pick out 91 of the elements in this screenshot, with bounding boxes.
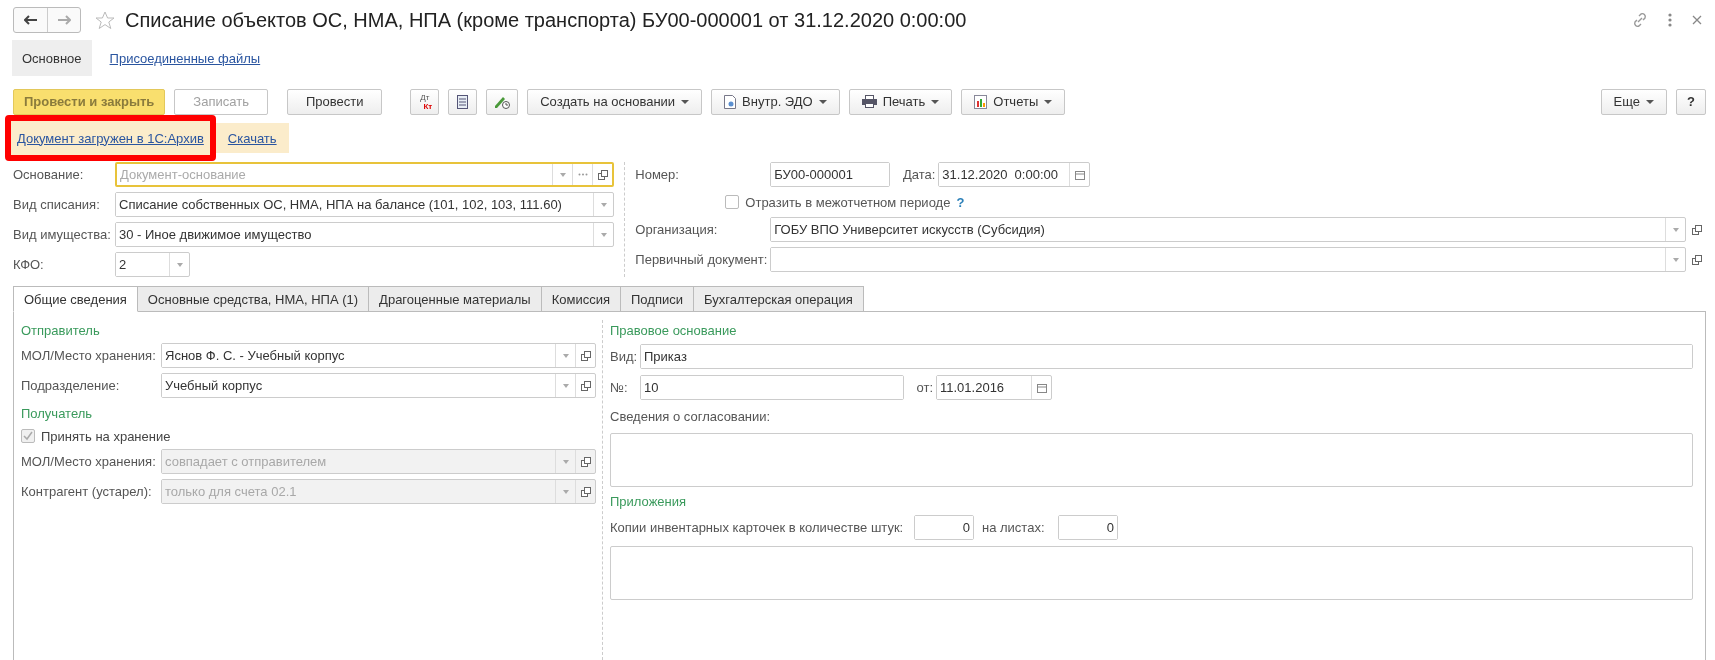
select-field[interactable]: 2 xyxy=(115,252,190,277)
number-field[interactable]: БУ00-000001 xyxy=(770,162,891,187)
field-label: Основание: xyxy=(13,167,85,182)
list-button[interactable] xyxy=(448,88,478,115)
check-icon xyxy=(23,431,33,441)
dropdown-icon[interactable] xyxy=(600,202,607,207)
close-icon[interactable] xyxy=(1692,15,1702,25)
group-title: Получатель xyxy=(21,404,94,423)
date-field[interactable]: 11.01.2016 xyxy=(936,375,1052,400)
field-label: Сведения о согласовании: xyxy=(610,409,772,424)
dropdown-icon[interactable] xyxy=(176,262,183,267)
signature-button[interactable] xyxy=(486,88,519,115)
tab[interactable]: Драгоценные материалы xyxy=(369,286,542,312)
dropdown-icon[interactable] xyxy=(600,232,607,237)
text-area[interactable] xyxy=(610,433,1693,487)
text-field[interactable]: Приказ xyxy=(640,344,1693,369)
select-field[interactable]: Учебный корпус xyxy=(161,373,596,398)
field-label: Вид списания: xyxy=(13,197,101,212)
date-field[interactable]: 31.12.2020 0:00:00 xyxy=(938,162,1091,187)
field-label: на листах: xyxy=(981,520,1046,535)
field-label: Дата: xyxy=(901,167,937,182)
printer-icon xyxy=(861,95,877,108)
tab[interactable]: Основные средства, НМА, НПА (1) xyxy=(137,286,370,312)
caret-icon xyxy=(1646,99,1655,104)
archive-status-link[interactable]: Документ загружен в 1С:Архив xyxy=(17,130,204,146)
window-title: Списание объектов ОС, НМА, НПА (кроме транспорта) БУ00-000001 от 31.12.2020 0:00:00 xyxy=(125,8,968,32)
menu-button[interactable]: Внутр. ЭДО xyxy=(711,88,840,115)
tab[interactable]: Общие сведения xyxy=(13,286,138,312)
field-label: КФО: xyxy=(13,257,45,272)
open-form-icon[interactable] xyxy=(1692,224,1702,235)
more-icon[interactable] xyxy=(577,173,588,176)
arrow-left-icon xyxy=(23,15,38,25)
star-icon[interactable] xyxy=(95,10,115,30)
list-icon xyxy=(457,94,469,109)
dropdown-icon[interactable] xyxy=(562,383,569,388)
download-link[interactable]: Скачать xyxy=(227,130,277,146)
tab[interactable]: Бухгалтерская операция xyxy=(693,286,864,312)
field-label: Контрагент (устарел): xyxy=(21,484,153,499)
field-label: Вид имущества: xyxy=(13,227,112,242)
open-form-icon[interactable] xyxy=(597,169,608,180)
reference-field[interactable]: Документ-основание xyxy=(115,162,615,187)
group-title: Правовое основание xyxy=(610,321,738,340)
calendar-icon[interactable] xyxy=(1074,169,1085,180)
interperiod-checkbox[interactable]: Отразить в межотчетном периоде xyxy=(725,194,951,210)
document-icon xyxy=(724,94,737,109)
open-form-icon[interactable] xyxy=(580,350,591,361)
number-field[interactable]: 0 xyxy=(1058,515,1118,540)
menu-button[interactable]: Создать на основании xyxy=(527,88,703,115)
caret-icon xyxy=(931,99,940,104)
field-label: Первичный документ: xyxy=(635,252,765,267)
field-label: Подразделение: xyxy=(21,378,121,393)
dropdown-icon[interactable] xyxy=(1672,227,1679,232)
section-tab[interactable]: Основное xyxy=(12,40,92,76)
more-menu-button[interactable]: Еще xyxy=(1600,88,1668,115)
dropdown-icon[interactable] xyxy=(559,172,566,177)
help-button[interactable]: ? xyxy=(1676,88,1706,115)
section-tab[interactable]: Присоединенные файлы xyxy=(99,40,271,76)
arrow-right-icon xyxy=(57,15,71,25)
number-field[interactable]: 0 xyxy=(914,515,974,540)
tab[interactable]: Подписи xyxy=(621,286,694,312)
field-label: от: xyxy=(915,380,934,395)
field-label: Организация: xyxy=(635,222,719,237)
text-area[interactable] xyxy=(610,546,1693,600)
journal-button[interactable]: Дт Кт xyxy=(410,88,440,115)
open-form-icon[interactable] xyxy=(580,380,591,391)
field-label: Вид: xyxy=(610,349,639,364)
caret-icon xyxy=(681,99,690,104)
menu-button[interactable]: Отчеты xyxy=(961,88,1066,115)
select-field[interactable]: Яснов Ф. С. - Учебный корпус xyxy=(161,343,596,368)
more-icon[interactable] xyxy=(1668,13,1672,27)
tab[interactable]: Комиссия xyxy=(541,286,621,312)
toolbar-button[interactable]: Провести xyxy=(286,88,383,115)
group-title: Отправитель xyxy=(21,321,101,340)
dropdown-icon[interactable] xyxy=(1672,257,1679,262)
link-icon[interactable] xyxy=(1632,12,1648,28)
field-label: Копии инвентарных карточек в количестве штук: xyxy=(610,520,905,535)
open-form-icon[interactable] xyxy=(1692,254,1702,265)
caret-icon xyxy=(1044,99,1053,104)
help-link[interactable]: ? xyxy=(956,194,965,210)
chart-icon xyxy=(974,94,988,109)
field-label: №: xyxy=(610,380,629,395)
group-title: Приложения xyxy=(610,492,688,511)
pen-clock-icon xyxy=(494,94,511,109)
field-label: Номер: xyxy=(635,167,680,182)
text-field[interactable]: 10 xyxy=(640,375,904,400)
menu-button[interactable]: Печать xyxy=(848,88,953,115)
field-label: МОЛ/Место хранения: xyxy=(21,454,157,469)
dropdown-icon[interactable] xyxy=(562,353,569,358)
field-label: МОЛ/Место хранения: xyxy=(21,348,157,363)
caret-icon xyxy=(818,99,827,104)
calendar-icon[interactable] xyxy=(1036,382,1047,393)
